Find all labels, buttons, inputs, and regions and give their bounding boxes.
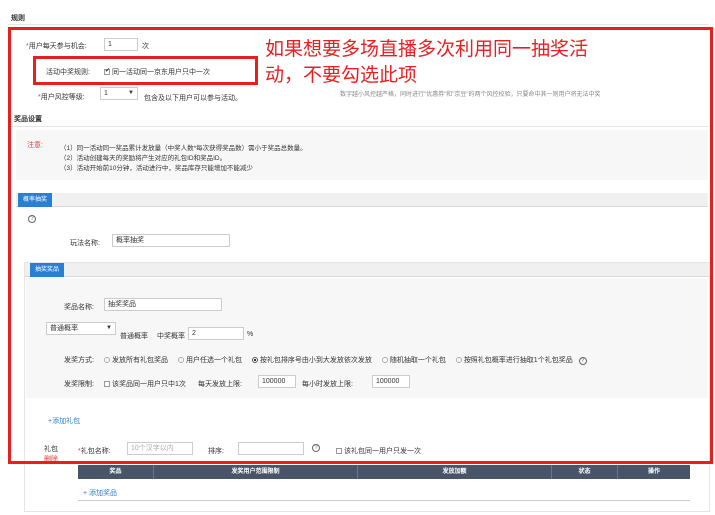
rules-title: 规则 [11,15,25,22]
table-header-cell: 状态 [552,465,618,479]
prize-table-header: 奖品 发奖用户范围限制 发放加额 状态 操作 [78,465,690,479]
annotation-text: 如果想要多场直播多次利用同一抽奖活 动，不要勾选此项 [265,39,589,86]
table-header-cell: 发放加额 [358,465,552,479]
highlight-option-box [33,56,258,85]
divider [8,24,708,25]
divider [78,500,690,501]
table-header-cell: 奖品 [78,465,154,479]
table-header-cell: 发奖用户范围限制 [154,465,358,479]
table-header-cell: 操作 [647,469,660,475]
add-prize-link[interactable]: + 添加奖品 [83,488,117,498]
highlight-outer-box [8,27,713,464]
